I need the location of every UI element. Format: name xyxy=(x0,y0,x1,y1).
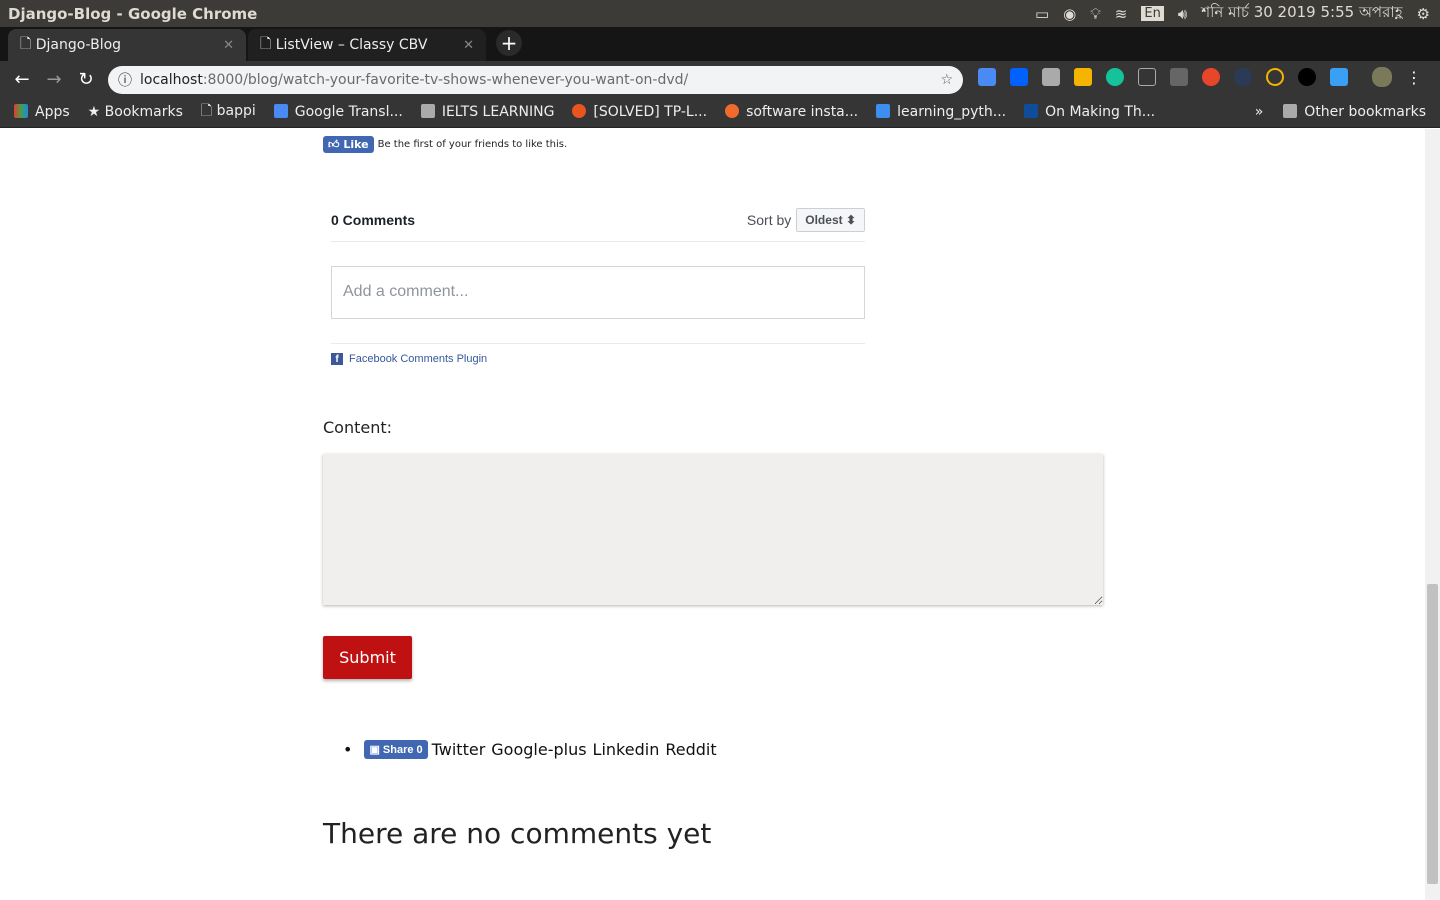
site-icon xyxy=(876,104,891,118)
bookmark-software[interactable]: software insta... xyxy=(725,104,858,120)
fb-share-button[interactable]: ▣ Share 0 xyxy=(364,740,428,759)
content-textarea[interactable] xyxy=(323,454,1103,605)
site-icon xyxy=(1024,104,1039,118)
dropbox-icon[interactable] xyxy=(1010,68,1028,86)
fb-comments-plugin: 0 Comments Sort by Oldest ⬍ Add a comment… xyxy=(331,204,865,365)
wifi-icon[interactable]: ≋ xyxy=(1115,5,1128,23)
fb-like-text: Be the first of your friends to like thi… xyxy=(377,139,568,150)
star-icon: ★ xyxy=(87,104,105,120)
thumbs-up-icon: 👍︎ xyxy=(328,138,344,151)
google-translate-icon[interactable] xyxy=(978,68,996,86)
page-icon: 🗋 xyxy=(200,103,217,119)
share-google-plus[interactable]: Google-plus xyxy=(491,740,586,759)
drive-icon[interactable] xyxy=(1074,68,1092,86)
window-title: Django-Blog - Google Chrome xyxy=(8,4,258,23)
bookmark-solved[interactable]: [SOLVED] TP-L... xyxy=(572,104,707,120)
extensions: ⋮ xyxy=(978,67,1422,87)
tab-django-blog[interactable]: 🗋 Django-Blog ✕ xyxy=(8,29,246,61)
ubuntu-icon xyxy=(572,104,587,118)
bookmark-bappi[interactable]: 🗋 bappi xyxy=(201,100,256,124)
bookmarks-overflow[interactable]: » Other bookmarks xyxy=(1255,104,1440,120)
reload-icon[interactable]: ↻ xyxy=(70,69,102,90)
fb-like-widget: 👍︎ Like Be the first of your friends to … xyxy=(323,136,567,153)
search-ext-icon[interactable] xyxy=(1266,68,1284,86)
power-icon[interactable]: ⚙ xyxy=(1417,5,1430,23)
browser-toolbar: ← → ↻ ⓘ localhost:8000/blog/watch-your-f… xyxy=(0,61,1440,97)
folder-icon xyxy=(420,104,435,118)
bullet: • xyxy=(343,740,353,759)
os-title-bar: Django-Blog - Google Chrome ▭ ◉ 💡︎ ≋ En … xyxy=(0,0,1440,27)
clock[interactable]: শনি মার্চ 30 2019 5:55 অপরাহ্ণ xyxy=(1201,1,1402,26)
page-icon: 🗋 xyxy=(260,36,276,52)
back-icon[interactable]: ← xyxy=(6,69,38,90)
info-icon[interactable]: ⓘ xyxy=(118,70,132,90)
share-linkedin[interactable]: Linkedin xyxy=(593,740,660,759)
tab-label: ListView – Classy CBV xyxy=(275,37,428,53)
no-comments-heading: There are no comments yet xyxy=(323,817,712,850)
facebook-icon: ▣ xyxy=(369,744,383,756)
fb-like-button[interactable]: 👍︎ Like xyxy=(323,136,374,153)
page-icon: 🗋 xyxy=(20,36,36,52)
add-comment-input[interactable]: Add a comment... xyxy=(331,266,865,319)
scrollbar[interactable] xyxy=(1425,129,1440,900)
share-list: • ▣ Share 0 Twitter Google-plus Linkedin… xyxy=(343,740,723,759)
share-twitter[interactable]: Twitter xyxy=(432,740,486,759)
facebook-icon: f xyxy=(331,353,343,365)
avatar[interactable] xyxy=(1372,67,1392,87)
other-bookmarks[interactable]: Other bookmarks xyxy=(1304,104,1426,120)
url-host: localhost xyxy=(140,72,203,88)
sort-select[interactable]: Oldest ⬍ xyxy=(796,207,865,232)
camera-indicator-icon[interactable]: ◉ xyxy=(1063,5,1076,23)
bookmark-star-icon[interactable]: ☆ xyxy=(940,72,953,88)
submit-button[interactable]: Submit xyxy=(323,636,412,679)
bookmark-on-making[interactable]: On Making Th... xyxy=(1024,104,1155,120)
bookmark-apps[interactable]: Apps xyxy=(14,104,70,120)
bookmark-learning-python[interactable]: learning_pyth... xyxy=(876,104,1006,120)
drive-icon[interactable]: ▭ xyxy=(1035,5,1049,23)
bookmark-google-translate[interactable]: Google Transl... xyxy=(273,104,403,120)
volume-icon[interactable]: 🔊︎ xyxy=(1178,5,1187,23)
scrollbar-thumb[interactable] xyxy=(1427,584,1438,884)
comment-count: 0 Comments xyxy=(331,211,416,228)
content-label: Content: xyxy=(323,418,393,437)
folder-icon xyxy=(1283,104,1298,118)
fb-plugin-link[interactable]: Facebook Comments Plugin xyxy=(349,353,487,365)
bookmark-bookmarks[interactable]: ★ Bookmarks xyxy=(88,104,183,120)
page-content: 👍︎ Like Be the first of your friends to … xyxy=(0,129,1425,900)
keyboard-language[interactable]: En xyxy=(1141,6,1164,21)
tab-label: Django-Blog xyxy=(35,37,122,53)
ask-icon xyxy=(725,104,740,118)
close-icon[interactable]: ✕ xyxy=(223,38,234,53)
grammarly-icon[interactable] xyxy=(1106,68,1124,86)
k-icon[interactable] xyxy=(1234,68,1252,86)
new-tab-button[interactable]: + xyxy=(496,30,522,56)
address-bar[interactable]: ⓘ localhost:8000/blog/watch-your-favorit… xyxy=(108,66,963,94)
record-icon[interactable] xyxy=(1202,68,1220,86)
tab-listview[interactable]: 🗋 ListView – Classy CBV ✕ xyxy=(248,29,486,61)
screenshot-icon[interactable] xyxy=(1042,68,1060,86)
close-icon[interactable]: ✕ xyxy=(463,38,474,53)
tff-icon[interactable] xyxy=(1330,68,1348,86)
url-path: :8000/blog/watch-your-favorite-tv-shows-… xyxy=(202,72,689,88)
bookmarks-bar: Apps ★ Bookmarks 🗋 bappi Google Transl..… xyxy=(0,97,1440,128)
share-reddit[interactable]: Reddit xyxy=(665,740,716,759)
apps-icon xyxy=(14,104,28,118)
system-tray: ▭ ◉ 💡︎ ≋ En 🔊︎ শনি মার্চ 30 2019 5:55 অপ… xyxy=(1035,1,1440,26)
google-translate-icon xyxy=(273,104,288,118)
sort-label: Sort by xyxy=(746,211,792,228)
menu-icon[interactable]: ⋮ xyxy=(1406,68,1422,87)
m-icon[interactable] xyxy=(1170,68,1188,86)
tab-strip: 🗋 Django-Blog ✕ 🗋 ListView – Classy CBV ✕ xyxy=(0,27,1440,61)
dark-ext-icon[interactable] xyxy=(1298,68,1316,86)
bulb-icon[interactable]: 💡︎ xyxy=(1090,5,1101,23)
forward-icon[interactable]: → xyxy=(38,69,70,90)
bookmark-ielts[interactable]: IELTS LEARNING xyxy=(420,104,554,120)
pocket-icon[interactable] xyxy=(1138,68,1156,86)
